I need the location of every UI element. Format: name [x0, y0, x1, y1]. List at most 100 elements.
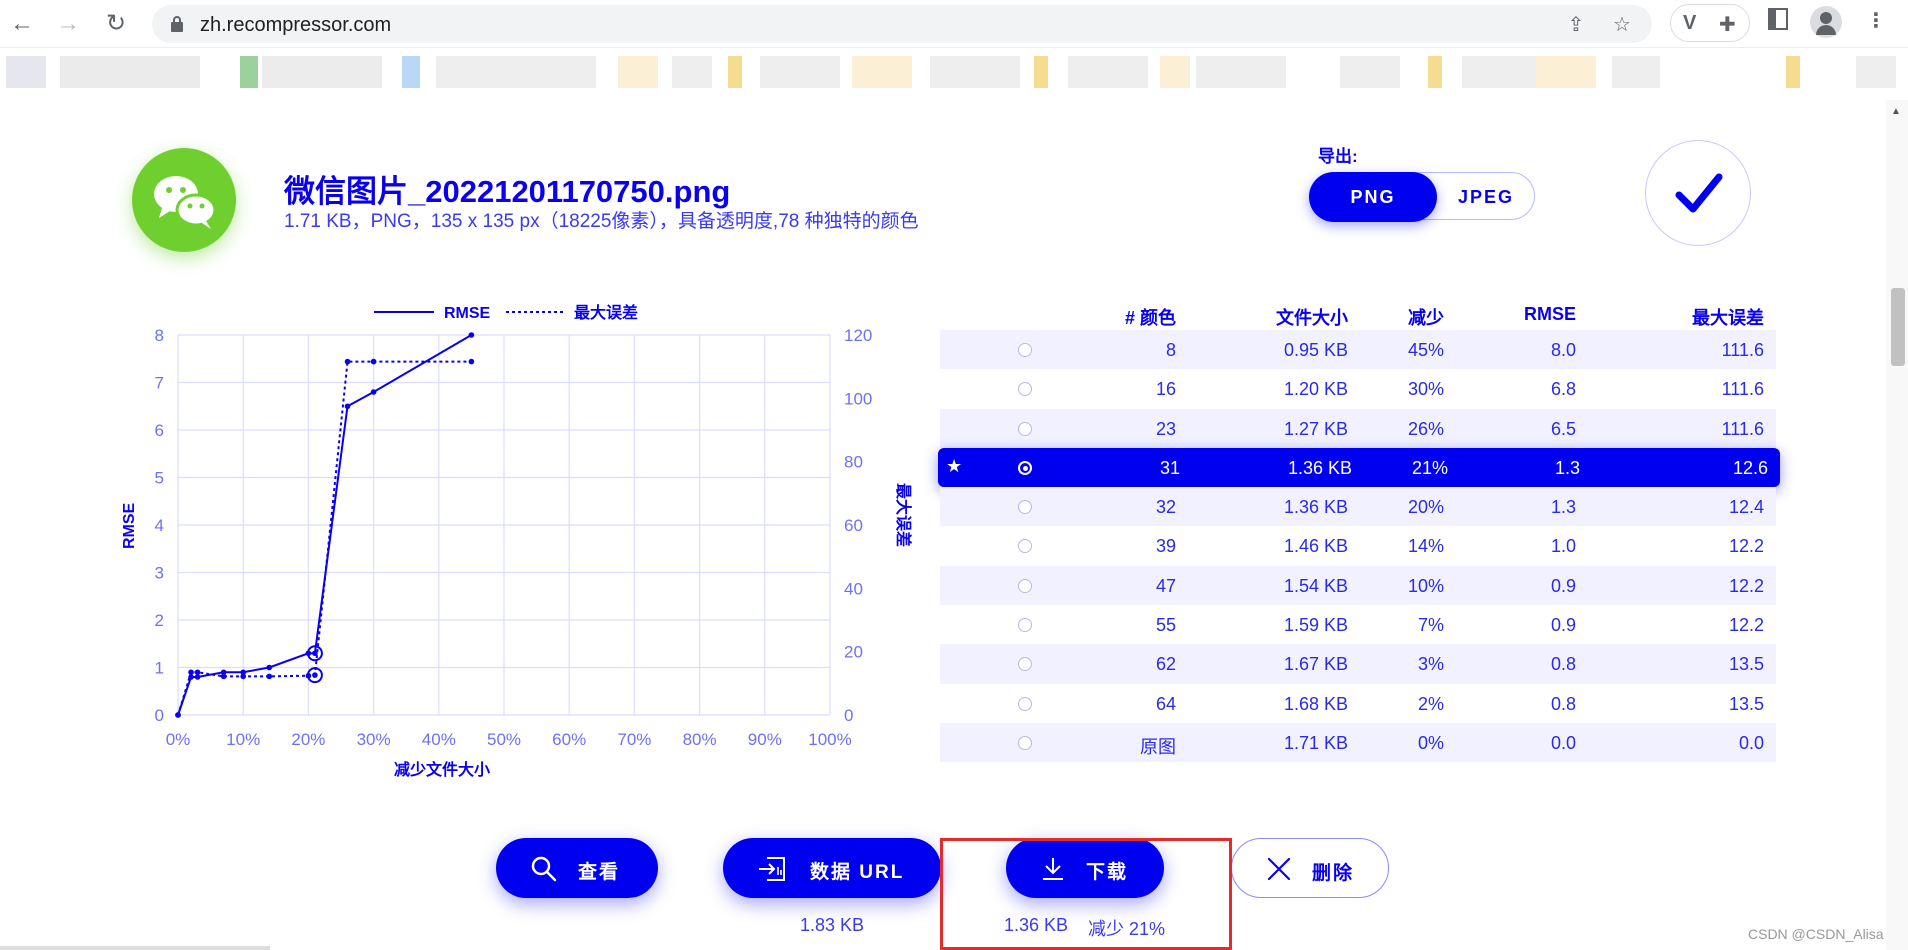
cell-colors: 64 [1155, 693, 1176, 714]
table-row[interactable]: 23 1.27 KB 26% 6.5 111.6 [940, 408, 1776, 448]
data-url-icon [759, 857, 785, 881]
row-radio[interactable] [1018, 382, 1032, 397]
search-icon [531, 856, 557, 882]
bookmark-item[interactable] [1428, 56, 1442, 88]
data-url-size: 1.83 KB [800, 915, 865, 935]
bookmark-item[interactable] [240, 56, 258, 88]
bookmark-item[interactable] [1462, 56, 1542, 88]
row-radio[interactable] [1018, 500, 1032, 515]
data-point [344, 358, 351, 365]
cell-colors: 47 [1155, 575, 1176, 596]
sidepanel-icon[interactable] [1768, 8, 1788, 30]
delete-button[interactable]: 删除 [1231, 838, 1389, 898]
table-row[interactable]: ★ 31 1.36 KB 21% 1.3 12.6 [938, 447, 1780, 488]
table-body: 8 0.95 KB 45% 8.0 111.6 16 1.20 KB 30% 6.8 111.6 2… [938, 330, 1780, 763]
table-row[interactable]: 原图 1.71 KB 0% 0.0 0.0 [940, 722, 1776, 763]
menu-icon[interactable]: ⋮ [1866, 8, 1886, 33]
export-label: 导出: [1318, 147, 1358, 166]
page-scrollbar[interactable]: ▲ [1886, 100, 1908, 950]
bookmark-item[interactable] [6, 56, 46, 88]
cell-rmse: 0.9 [1550, 615, 1576, 636]
bookmark-item[interactable] [262, 56, 382, 88]
bookmark-item[interactable] [436, 56, 596, 88]
row-radio[interactable] [1018, 735, 1032, 750]
bookmark-item[interactable] [760, 56, 840, 88]
bookmark-item[interactable] [618, 56, 658, 88]
x-tick-label: 30% [357, 730, 391, 749]
row-radio[interactable] [1018, 343, 1032, 357]
cell-reduction: 3% [1417, 654, 1444, 675]
bookmark-item[interactable] [852, 56, 912, 88]
bookmark-item[interactable] [1034, 56, 1048, 88]
data-url-button[interactable]: 数据 URL [723, 838, 941, 898]
scrollbar-thumb[interactable] [1891, 288, 1905, 366]
bookmark-item[interactable] [930, 56, 1020, 88]
format-png-option[interactable]: PNG [1309, 172, 1437, 222]
table-row[interactable]: 55 1.59 KB 7% 0.9 12.2 [940, 605, 1776, 644]
checkmark-icon [1675, 173, 1723, 213]
cell-reduction: 7% [1417, 615, 1444, 636]
back-icon[interactable]: ← [8, 10, 36, 38]
scroll-up-icon[interactable]: ▲ [1891, 106, 1901, 117]
row-radio[interactable] [1018, 539, 1032, 554]
row-radio[interactable] [1018, 421, 1032, 436]
bookmark-item[interactable] [1196, 56, 1286, 88]
y-tick-label: 1 [155, 659, 164, 678]
y-tick-label: 3 [155, 564, 164, 583]
y-tick-label: 7 [155, 374, 164, 393]
table-row[interactable]: 16 1.20 KB 30% 6.8 111.6 [940, 369, 1776, 408]
cell-rmse: 0.8 [1550, 654, 1576, 675]
row-radio[interactable] [1018, 578, 1032, 593]
bookmark-item[interactable] [1786, 56, 1800, 88]
confirm-button[interactable] [1645, 140, 1751, 246]
puzzle-icon[interactable]: ✚ [1719, 12, 1736, 37]
bookmark-item[interactable] [1340, 56, 1400, 88]
format-jpeg-option[interactable]: JPEG [1438, 173, 1534, 221]
table-row[interactable]: 62 1.67 KB 3% 0.8 13.5 [940, 644, 1776, 684]
bookmark-item[interactable] [402, 56, 420, 88]
address-bar[interactable]: zh.recompressor.com ⇪ ☆ [152, 5, 1652, 43]
x-axis-label: 减少文件大小 [394, 760, 490, 779]
cell-max-error: 12.2 [1728, 615, 1764, 636]
bookmark-item[interactable] [60, 56, 200, 88]
table-row[interactable]: 47 1.54 KB 10% 0.9 12.2 [940, 565, 1776, 606]
share-icon[interactable]: ⇪ [1564, 13, 1588, 37]
y-axis-label: RMSE [121, 502, 138, 549]
table-row[interactable]: 64 1.68 KB 2% 0.8 13.5 [940, 684, 1776, 723]
wechat-icon [132, 148, 236, 252]
extension-v-button[interactable]: V ✚ [1670, 4, 1750, 42]
cell-reduction: 26% [1407, 418, 1444, 439]
row-radio[interactable] [1018, 696, 1032, 711]
y-tick-label: 5 [155, 469, 164, 488]
forward-icon[interactable]: → [54, 10, 82, 38]
bookmark-item[interactable] [1612, 56, 1660, 88]
table-row[interactable]: 39 1.46 KB 14% 1.0 12.2 [940, 526, 1776, 565]
data-point [468, 332, 475, 338]
bookmark-item[interactable] [728, 56, 742, 88]
bookmark-item[interactable] [1160, 56, 1190, 88]
cell-reduction: 45% [1407, 340, 1444, 360]
bookmark-item[interactable] [1068, 56, 1148, 88]
profile-icon[interactable] [1810, 6, 1842, 38]
view-button[interactable]: 查看 [496, 838, 658, 898]
bookmark-item[interactable] [1536, 56, 1596, 88]
cell-reduction: 10% [1407, 575, 1444, 596]
cell-size: 1.59 KB [1283, 615, 1348, 636]
reload-icon[interactable]: ↻ [102, 10, 130, 38]
data-point [220, 673, 227, 680]
delete-label: 删除 [1312, 863, 1355, 884]
table-row[interactable]: 8 0.95 KB 45% 8.0 111.6 [940, 330, 1776, 370]
bookmark-item[interactable] [672, 56, 712, 88]
file-name: 微信图片_20221201170750.png [284, 174, 731, 209]
col-colors-header: # 颜色 [1124, 308, 1176, 328]
row-radio[interactable] [1018, 618, 1032, 633]
bookmark-item[interactable] [1856, 56, 1896, 88]
bookmarks-bar [0, 50, 1908, 100]
row-radio[interactable] [1018, 460, 1032, 475]
star-icon[interactable]: ☆ [1610, 13, 1634, 37]
y2-tick-label: 60 [844, 516, 863, 535]
row-radio[interactable] [1018, 657, 1032, 672]
cell-reduction: 30% [1407, 379, 1444, 400]
table-row[interactable]: 32 1.36 KB 20% 1.3 12.4 [940, 487, 1776, 527]
data-point [266, 664, 273, 671]
